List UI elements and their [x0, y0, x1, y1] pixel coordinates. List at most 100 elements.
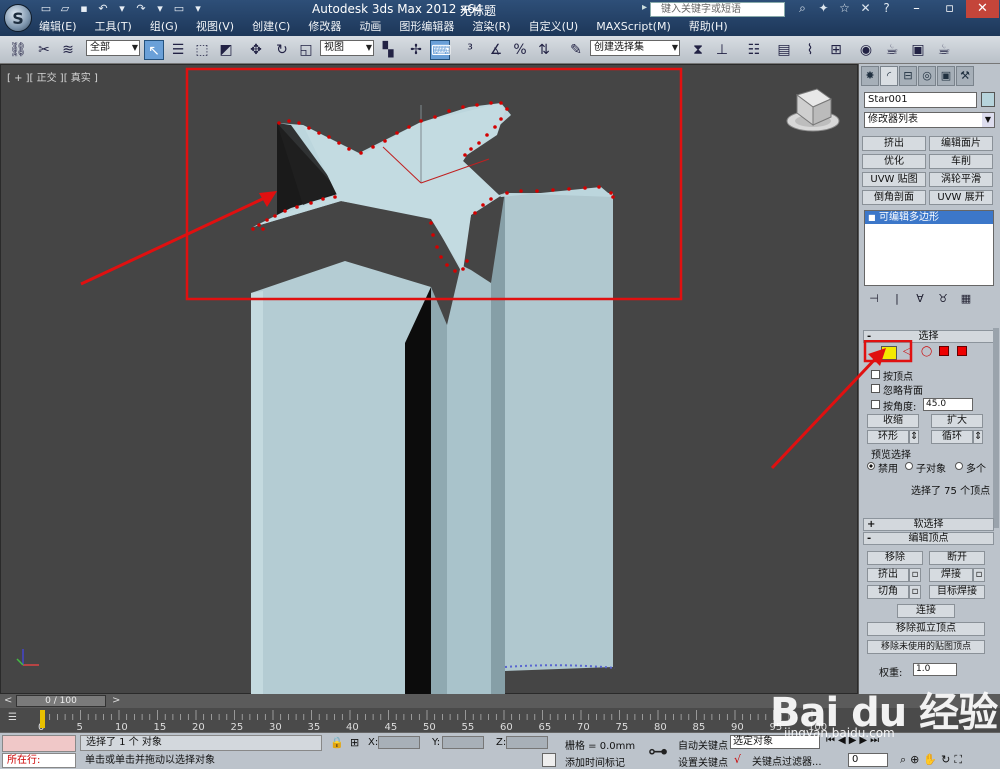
- layer-manager-icon[interactable]: ☷: [744, 40, 764, 60]
- unlink-icon[interactable]: ✂: [34, 40, 54, 60]
- key-filters-button[interactable]: 关键点过滤器...: [752, 753, 822, 768]
- keyboard-shortcut-icon[interactable]: ⌨: [430, 40, 451, 60]
- save-icon[interactable]: ▪: [76, 2, 92, 16]
- set-key-icon[interactable]: ⊶: [648, 739, 668, 763]
- command-panel-scrollbar[interactable]: [993, 328, 999, 528]
- rendered-frame-icon[interactable]: ▣: [908, 40, 928, 60]
- break-button[interactable]: 断开: [929, 551, 985, 565]
- stack-item-editable-poly[interactable]: 可编辑多边形: [865, 211, 993, 224]
- weld-settings-button[interactable]: ▫: [973, 568, 985, 582]
- menu-item-2[interactable]: 组(G): [141, 19, 187, 35]
- zoom-all-icon[interactable]: ⊕: [910, 753, 919, 767]
- border-subobject-icon[interactable]: ◯: [921, 346, 934, 358]
- menu-item-8[interactable]: 渲染(R): [463, 19, 519, 35]
- create-tab-icon[interactable]: ✸: [861, 66, 879, 86]
- menu-item-10[interactable]: MAXScript(M): [587, 19, 680, 35]
- menu-item-11[interactable]: 帮助(H): [680, 19, 737, 35]
- modifier-button-bevel-profile[interactable]: 倒角剖面: [862, 190, 926, 205]
- object-color-swatch[interactable]: [981, 92, 995, 107]
- open-file-icon[interactable]: ▱: [57, 2, 73, 16]
- polygon-subobject-icon[interactable]: [939, 346, 949, 356]
- help-icon[interactable]: ?: [879, 1, 894, 16]
- pin-stack-icon[interactable]: ⊣: [867, 292, 881, 306]
- key-filters-icon[interactable]: √: [734, 753, 741, 766]
- redo-icon[interactable]: ↷: [133, 2, 149, 16]
- make-unique-icon[interactable]: ∀: [913, 292, 927, 306]
- motion-tab-icon[interactable]: ◎: [918, 66, 936, 86]
- edit-named-selection-icon[interactable]: ✎: [566, 40, 586, 60]
- window-crossing-icon[interactable]: ◩: [216, 40, 236, 60]
- soft-selection-rollout-header[interactable]: + 软选择: [863, 518, 994, 531]
- binoculars-icon[interactable]: ⌕: [795, 1, 810, 16]
- loop-spinner[interactable]: ⇕: [973, 430, 983, 444]
- remove-isolated-vertices-button[interactable]: 移除孤立顶点: [867, 622, 985, 636]
- star-icon[interactable]: ☆: [837, 1, 852, 16]
- extrude-button[interactable]: 挤出: [867, 568, 909, 582]
- mini-curve-editor-icon[interactable]: ☰: [8, 712, 24, 726]
- search-arrow-icon[interactable]: ▸: [642, 2, 647, 13]
- modifier-button-lathe[interactable]: 车削: [929, 154, 993, 169]
- object-name-field[interactable]: Star001: [864, 92, 977, 108]
- move-icon[interactable]: ✥: [246, 40, 266, 60]
- menu-item-4[interactable]: 创建(C): [243, 19, 299, 35]
- material-editor-icon[interactable]: ◉: [856, 40, 876, 60]
- link-icon[interactable]: ⛓: [8, 40, 28, 60]
- hierarchy-tab-icon[interactable]: ⊟: [899, 66, 917, 86]
- x-coordinate-field[interactable]: [378, 736, 420, 749]
- target-weld-button[interactable]: 目标焊接: [929, 585, 985, 599]
- select-object-icon[interactable]: ↖: [144, 40, 164, 60]
- snaps-toggle-icon[interactable]: ³: [460, 40, 480, 60]
- time-slider[interactable]: 0 / 100: [16, 695, 106, 707]
- current-frame-field[interactable]: 0: [848, 753, 888, 767]
- modifier-button-edit-patch[interactable]: 编辑面片: [929, 136, 993, 151]
- graphite-ribbon-icon[interactable]: ▤: [774, 40, 794, 60]
- mirror-icon[interactable]: ⧗: [688, 40, 708, 60]
- align-icon[interactable]: ⊥: [712, 40, 732, 60]
- angle-spinner[interactable]: 45.0: [923, 398, 973, 411]
- menu-item-6[interactable]: 动画: [350, 19, 390, 35]
- maximize-viewport-icon[interactable]: ⛶: [954, 753, 962, 767]
- rotate-icon[interactable]: ↻: [272, 40, 292, 60]
- undo-icon[interactable]: ↶: [95, 2, 111, 16]
- angle-snap-icon[interactable]: ∡: [486, 40, 506, 60]
- star-object[interactable]: [251, 103, 616, 695]
- select-by-name-icon[interactable]: ☰: [168, 40, 188, 60]
- exchange-icon[interactable]: ✕: [858, 1, 873, 16]
- bind-spacewarp-icon[interactable]: ≋: [58, 40, 78, 60]
- perspective-viewport[interactable]: [ + ][ 正交 ][ 真实 ]: [0, 64, 858, 695]
- lock-selection-icon[interactable]: 🔒: [330, 736, 344, 749]
- scale-icon[interactable]: ◱: [296, 40, 316, 60]
- menu-item-5[interactable]: 修改器: [299, 19, 350, 35]
- grow-button[interactable]: 扩大: [931, 414, 983, 428]
- orbit-icon[interactable]: ↻: [941, 753, 950, 767]
- view-cube[interactable]: [786, 88, 840, 132]
- selection-filter-dropdown[interactable]: 全部: [86, 40, 140, 56]
- y-coordinate-field[interactable]: [442, 736, 484, 749]
- utilities-tab-icon[interactable]: ⚒: [956, 66, 974, 86]
- current-frame-marker[interactable]: [40, 710, 45, 728]
- modifier-button-unwrap-uvw[interactable]: UVW 展开: [929, 190, 993, 205]
- chamfer-button[interactable]: 切角: [867, 585, 909, 599]
- search-input[interactable]: 键入关键字或短语: [650, 2, 785, 17]
- configure-sets-icon[interactable]: ▦: [959, 292, 973, 306]
- modifier-button-optimize[interactable]: 优化: [862, 154, 926, 169]
- redo-dropdown-icon[interactable]: ▾: [152, 2, 168, 16]
- undo-dropdown-icon[interactable]: ▾: [114, 2, 130, 16]
- modify-tab-icon[interactable]: ◜: [880, 66, 898, 86]
- select-manipulate-icon[interactable]: ✢: [406, 40, 426, 60]
- key-icon[interactable]: ✦: [816, 1, 831, 16]
- weld-button[interactable]: 焊接: [929, 568, 973, 582]
- add-time-tag[interactable]: 添加时间标记: [565, 754, 625, 769]
- remove-modifier-icon[interactable]: ♉: [936, 292, 950, 306]
- preview-multiple-radio[interactable]: [955, 462, 963, 470]
- named-selection-dropdown[interactable]: 创建选择集: [590, 40, 680, 56]
- time-tag-icon[interactable]: [542, 753, 556, 767]
- time-next-icon[interactable]: >: [112, 695, 120, 706]
- rect-selection-icon[interactable]: ⬚: [192, 40, 212, 60]
- viewport-label[interactable]: [ + ][ 正交 ][ 真实 ]: [7, 69, 98, 84]
- close-button[interactable]: ✕: [966, 0, 999, 18]
- absolute-mode-icon[interactable]: ⊞: [350, 736, 359, 749]
- remove-button[interactable]: 移除: [867, 551, 923, 565]
- loop-button[interactable]: 循环: [931, 430, 973, 444]
- render-setup-icon[interactable]: ☕: [882, 40, 902, 60]
